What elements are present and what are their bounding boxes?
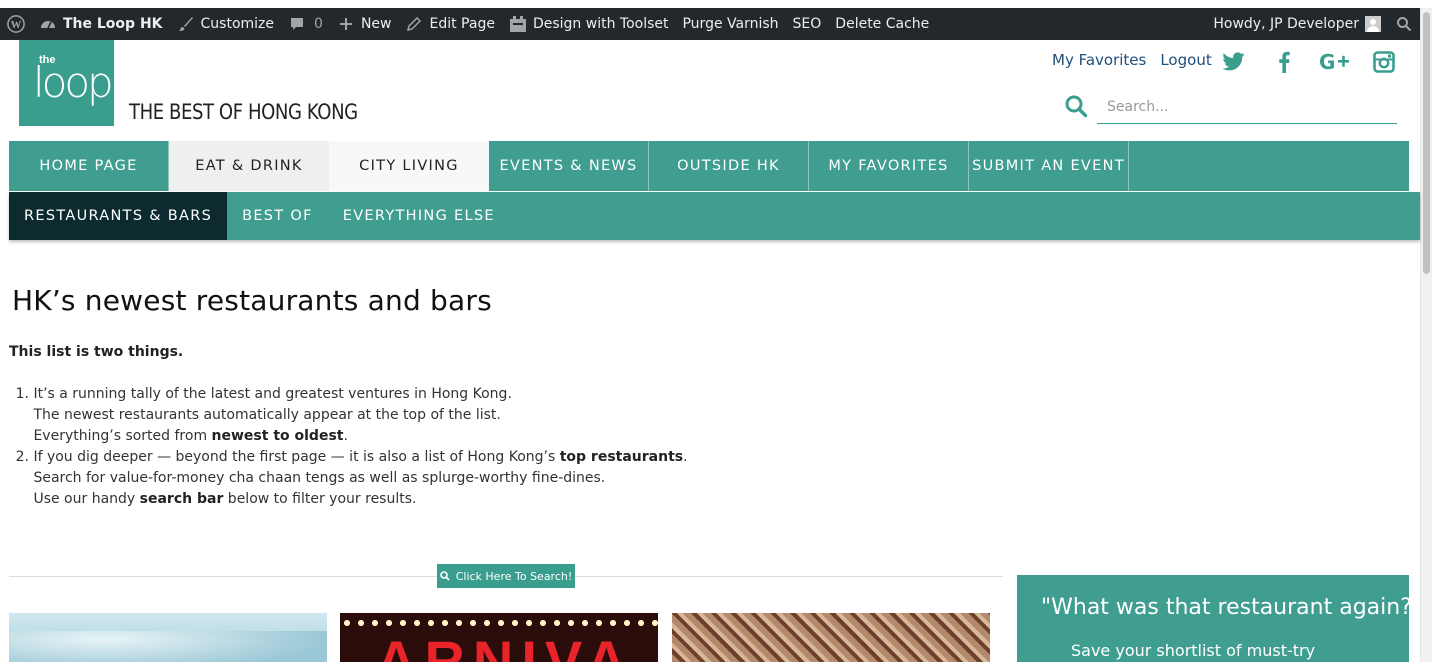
site-tagline: THE BEST OF HONG KONG: [129, 100, 358, 124]
howdy-label: Howdy, JP Developer: [1213, 16, 1359, 32]
list-number: 2.: [15, 449, 29, 465]
list-text: If you dig deeper — beyond the first pag…: [33, 449, 560, 465]
nav-home-page[interactable]: HOME PAGE: [9, 141, 169, 191]
site-search-input[interactable]: [1097, 91, 1397, 124]
purge-varnish-link[interactable]: Purge Varnish: [675, 8, 785, 40]
toolset-icon: [509, 15, 527, 33]
nav-submit-event[interactable]: SUBMIT AN EVENT: [969, 141, 1129, 191]
instagram-icon[interactable]: [1370, 48, 1398, 76]
list-text: .: [343, 428, 348, 444]
svg-text:W: W: [11, 19, 22, 31]
comment-icon: [288, 15, 306, 33]
promo-body: Save your shortlist of must-try: [1071, 641, 1316, 660]
edit-page-link[interactable]: Edit Page: [398, 8, 501, 40]
list-text: Use our handy: [33, 491, 140, 507]
wp-admin-bar: W The Loop HK Customize 0 New Edit Page: [0, 8, 1420, 40]
site-name-label: The Loop HK: [63, 16, 163, 32]
list-number: 1.: [15, 386, 29, 402]
list-text: Everything’s sorted from: [33, 428, 212, 444]
subnav-everything-else[interactable]: EVERYTHING ELSE: [328, 192, 510, 240]
list-bold: top restaurants: [559, 449, 684, 465]
subnav-best-of[interactable]: BEST OF: [227, 192, 328, 240]
list-bold: search bar: [139, 491, 224, 507]
dashboard-icon: [39, 15, 57, 33]
svg-text:G: G: [1319, 51, 1335, 73]
list-item: 2. If you dig deeper — beyond the first …: [9, 447, 688, 510]
search-icon: [1395, 15, 1413, 33]
restaurant-thumbnail[interactable]: ARNIVA: [340, 613, 658, 662]
list-line: It’s a running tally of the latest and g…: [29, 384, 512, 405]
header-links: My Favorites Logout: [1052, 51, 1226, 69]
list-text: below to filter your results.: [223, 491, 417, 507]
list-text: .: [683, 449, 688, 465]
search-icon: [439, 571, 450, 581]
list-text: Search for value-for-money cha chaan ten…: [33, 470, 606, 486]
scrollbar-thumb[interactable]: [1423, 12, 1430, 274]
list-text: The newest restaurants automatically app…: [33, 407, 501, 423]
marquee-lights: [340, 619, 658, 627]
list-line: The newest restaurants automatically app…: [29, 405, 512, 426]
sub-navigation: RESTAURANTS & BARS BEST OF EVERYTHING EL…: [9, 192, 1420, 240]
nav-city-living[interactable]: CITY LIVING: [329, 141, 489, 191]
search-icon[interactable]: [1064, 94, 1088, 118]
plus-icon: [337, 15, 355, 33]
customize-label: Customize: [200, 16, 275, 32]
delete-cache-link[interactable]: Delete Cache: [828, 8, 936, 40]
logo-loop: loop: [33, 58, 114, 107]
list-line: If you dig deeper — beyond the first pag…: [29, 447, 688, 468]
comments-link[interactable]: 0: [281, 8, 330, 40]
promo-title: "What was that restaurant again?": [1041, 595, 1422, 620]
nav-events-news[interactable]: EVENTS & NEWS: [489, 141, 649, 191]
wordpress-logo-button[interactable]: W: [0, 8, 32, 40]
pencil-icon: [405, 15, 423, 33]
brush-icon: [177, 15, 195, 33]
edit-page-label: Edit Page: [429, 16, 495, 32]
click-to-search-button[interactable]: Click Here To Search!: [437, 564, 575, 588]
nav-outside-hk[interactable]: OUTSIDE HK: [649, 141, 809, 191]
facebook-icon[interactable]: [1270, 48, 1298, 76]
new-content-link[interactable]: New: [330, 8, 399, 40]
list-bold: newest to oldest: [211, 428, 344, 444]
customize-link[interactable]: Customize: [170, 8, 282, 40]
thumbnail-sign-text: ARNIVA: [376, 629, 635, 662]
page-scrollbar[interactable]: [1420, 8, 1432, 662]
list-line: Everything’s sorted from newest to oldes…: [29, 426, 512, 447]
nav-my-favorites[interactable]: MY FAVORITES: [809, 141, 969, 191]
site-logo[interactable]: the loop: [19, 40, 114, 126]
admin-search-button[interactable]: [1388, 8, 1420, 40]
comments-count: 0: [314, 16, 323, 32]
intro-list: 1. It’s a running tally of the latest an…: [9, 384, 688, 510]
top-edge: [0, 0, 1432, 8]
intro-text: This list is two things.: [9, 344, 184, 360]
toolset-link[interactable]: Design with Toolset: [502, 8, 676, 40]
delete-cache-label: Delete Cache: [835, 16, 930, 32]
list-line: Use our handy search bar below to filter…: [29, 489, 688, 510]
google-plus-icon[interactable]: G: [1318, 48, 1352, 76]
restaurant-thumbnail[interactable]: [9, 613, 327, 662]
main-navigation: HOME PAGE EAT & DRINK CITY LIVING EVENTS…: [9, 141, 1409, 191]
seo-label: SEO: [792, 16, 822, 32]
list-text: It’s a running tally of the latest and g…: [33, 386, 512, 402]
page-title: HK’s newest restaurants and bars: [12, 284, 492, 317]
wordpress-icon: W: [7, 15, 25, 33]
account-menu[interactable]: Howdy, JP Developer: [1206, 8, 1388, 40]
new-label: New: [360, 16, 392, 32]
nav-eat-drink[interactable]: EAT & DRINK: [169, 141, 329, 191]
twitter-icon[interactable]: [1220, 48, 1248, 76]
my-favorites-link[interactable]: My Favorites: [1052, 51, 1146, 69]
favorites-promo-card: "What was that restaurant again?" Save y…: [1017, 575, 1422, 662]
logout-link[interactable]: Logout: [1160, 51, 1211, 69]
click-to-search-label: Click Here To Search!: [455, 569, 573, 583]
subnav-restaurants-bars[interactable]: RESTAURANTS & BARS: [9, 192, 228, 240]
avatar: [1365, 16, 1381, 32]
toolset-label: Design with Toolset: [532, 16, 669, 32]
seo-link[interactable]: SEO: [786, 8, 829, 40]
list-line: Search for value-for-money cha chaan ten…: [29, 468, 688, 489]
restaurant-thumbnail[interactable]: [672, 613, 990, 662]
purge-varnish-label: Purge Varnish: [682, 16, 779, 32]
site-name-link[interactable]: The Loop HK: [32, 8, 170, 40]
list-item: 1. It’s a running tally of the latest an…: [9, 384, 688, 447]
